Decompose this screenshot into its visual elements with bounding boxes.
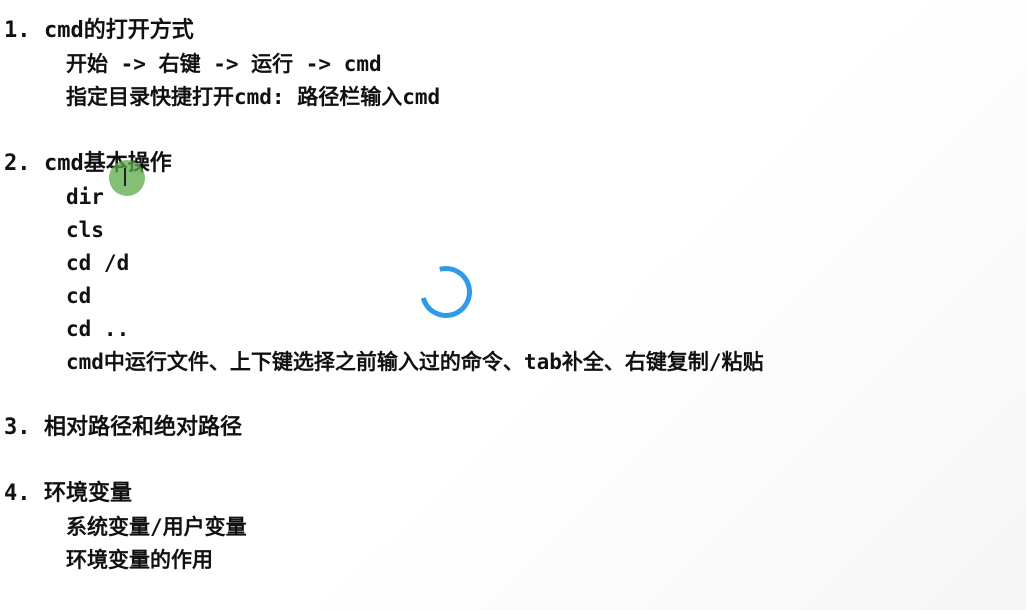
loading-spinner-icon	[410, 256, 482, 328]
list-item: 开始 -> 右键 -> 运行 -> cmd	[66, 52, 382, 76]
list-item: cd ..	[66, 317, 130, 341]
document-page: 1. cmd的打开方式 开始 -> 右键 -> 运行 -> cmd 指定目录快捷打…	[0, 0, 1026, 610]
section-heading: 2. cmd基本操作	[4, 148, 172, 180]
section-heading: 1. cmd的打开方式	[4, 15, 194, 47]
list-item: 系统变量/用户变量	[66, 515, 247, 539]
cursor-highlight	[109, 160, 145, 196]
section-number: 1.	[4, 18, 31, 43]
list-item: 环境变量的作用	[66, 548, 213, 572]
list-item: cmd中运行文件、上下键选择之前输入过的命令、tab补全、右键复制/粘贴	[66, 350, 764, 374]
list-item: 指定目录快捷打开cmd: 路径栏输入cmd	[66, 85, 441, 109]
ibeam-cursor-icon	[124, 168, 127, 186]
section-number: 2.	[4, 151, 31, 176]
list-item: dir	[66, 185, 104, 209]
list-item: cd	[66, 284, 92, 308]
section-number: 3.	[4, 415, 31, 440]
section-title: cmd的打开方式	[44, 18, 194, 43]
section-title: 环境变量	[44, 481, 133, 506]
section-title: cmd基本操作	[44, 151, 172, 176]
section-heading: 4. 环境变量	[4, 478, 132, 510]
section-heading: 3. 相对路径和绝对路径	[4, 412, 242, 444]
list-item: cd /d	[66, 251, 130, 275]
list-item: cls	[66, 218, 104, 242]
section-number: 4.	[4, 481, 31, 506]
section-title: 相对路径和绝对路径	[44, 415, 243, 440]
